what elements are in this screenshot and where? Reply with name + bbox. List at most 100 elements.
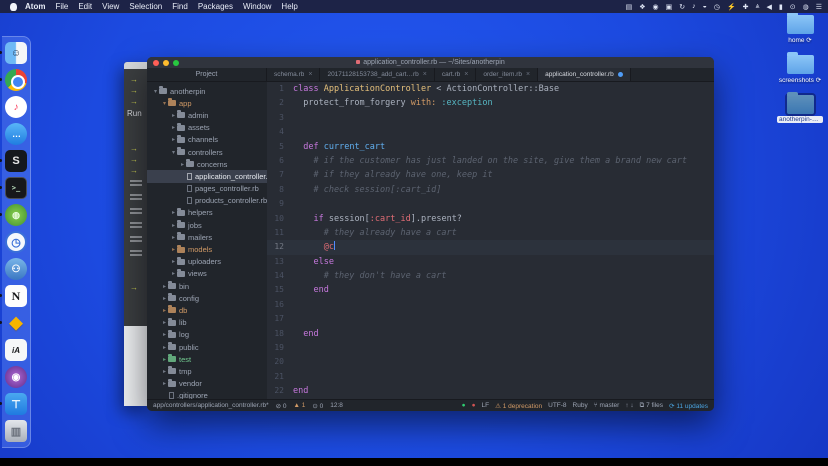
wifi-icon[interactable]: ⩓ [756,3,760,11]
desktop-folder-home[interactable]: home ⟳ [778,12,822,44]
tab-close-icon[interactable]: × [464,71,468,78]
disclosure-collapsed-icon[interactable]: ▸ [161,331,168,338]
tab-order-item-rb[interactable]: order_item.rb× [476,68,538,81]
run-arrow-icon[interactable]: → [124,165,149,176]
dock-item-slack[interactable]: S [5,150,27,172]
code-line-14[interactable]: 14 # they don't have a cart [267,269,714,283]
window-titlebar[interactable]: application_controller.rb — ~/Sites/anot… [147,57,714,68]
menu-item-window[interactable]: Window [243,2,271,11]
menu-item-help[interactable]: Help [281,2,297,11]
encoding[interactable]: UTF-8 [548,402,566,409]
disclosure-collapsed-icon[interactable]: ▸ [170,124,177,131]
disclosure-collapsed-icon[interactable]: ▸ [170,270,177,277]
dock-item-robo3t[interactable]: ◍ [5,204,27,226]
code-line-9[interactable]: 9 [267,197,714,211]
tree-item-controllers[interactable]: ▾controllers [147,146,267,158]
code-line-18[interactable]: 18 end [267,327,714,341]
run-arrow-icon[interactable]: → [124,96,149,107]
tab-20171128153738-add-cart-rb[interactable]: 20171128153738_add_cart…rb× [320,68,434,81]
linter-info[interactable]: ⊙ 0 [312,402,323,410]
menu-item-packages[interactable]: Packages [198,2,233,11]
tab-close-icon[interactable]: × [308,71,312,78]
disclosure-collapsed-icon[interactable]: ▸ [170,222,177,229]
tab-cart-rb[interactable]: cart.rb× [435,68,477,81]
tree-item-concerns[interactable]: ▸concerns [147,158,267,170]
grammar[interactable]: Ruby [573,402,588,409]
code-line-7[interactable]: 7 # if they already have one, keep it [267,168,714,182]
dock-item-finder[interactable]: ☺ [5,42,27,64]
dock-item-notion[interactable]: N [5,285,27,307]
tree-item-vendor[interactable]: ▸vendor [147,378,267,390]
disclosure-expanded-icon[interactable]: ▾ [170,149,177,156]
code-line-4[interactable]: 4 [267,125,714,139]
tab-schema-rb[interactable]: schema.rb× [267,68,320,81]
code-line-3[interactable]: 3 [267,111,714,125]
dock-item-tweetbot[interactable]: ⚇ [5,258,27,280]
tree-item-products-controller-rb[interactable]: products_controller.rb [147,195,267,207]
disclosure-collapsed-icon[interactable]: ▸ [161,344,168,351]
run-arrow-icon[interactable]: → [124,282,149,293]
notification-center-icon[interactable]: ☰ [816,3,822,11]
dock-item-screenflow[interactable]: ◉ [5,366,27,388]
tree-item-test[interactable]: ▸test [147,353,267,365]
tab-close-icon[interactable]: × [423,71,427,78]
disclosure-collapsed-icon[interactable]: ▸ [170,136,177,143]
desktop-folder-screenshots[interactable]: screenshots ⟳ [778,52,822,84]
dock-item-timing[interactable]: ◷ [5,231,27,253]
display-icon[interactable]: ▤ [626,3,633,11]
siri-icon[interactable]: ◍ [803,3,809,11]
disclosure-collapsed-icon[interactable]: ▸ [161,368,168,375]
timer-icon[interactable]: ◒ [703,3,707,10]
desktop-folder-anotherpin-gem-ico[interactable]: anotherpin-gem-ico [778,92,822,123]
disclosure-collapsed-icon[interactable]: ▸ [170,246,177,253]
disclosure-collapsed-icon[interactable]: ▸ [161,283,168,290]
disclosure-collapsed-icon[interactable]: ▸ [161,380,168,387]
dock-item-chrome[interactable] [5,69,27,91]
dock-item-keynote[interactable]: ⊤ [5,393,27,415]
tree-item-log[interactable]: ▸log [147,329,267,341]
tree-item-db[interactable]: ▸db [147,304,267,316]
code-line-12[interactable]: 12 @c [267,240,714,254]
dock-item-itunes[interactable]: ♪ [5,96,27,118]
dock-item-trash[interactable]: ▥ [5,420,27,442]
tree-item-public[interactable]: ▸public [147,341,267,353]
disclosure-collapsed-icon[interactable]: ▸ [170,209,177,216]
sync-icon[interactable]: ↻ [679,3,685,11]
tree-item-jobs[interactable]: ▸jobs [147,219,267,231]
disclosure-expanded-icon[interactable]: ▾ [152,88,159,95]
menu-item-find[interactable]: Find [172,2,188,11]
file-count[interactable]: ⧉ 7 files [640,402,663,410]
tree-item-config[interactable]: ▸config [147,292,267,304]
music-note-icon[interactable]: ♪ [692,3,696,10]
tab-close-icon[interactable]: × [526,71,530,78]
tab-application-controller-rb[interactable]: application_controller.rb [538,68,631,81]
app-grid-icon[interactable]: ▣ [666,3,673,11]
tab-project[interactable]: Project [147,68,267,81]
code-line-2[interactable]: 2 protect_from_forgery with: :exception [267,96,714,110]
tree-item-application-controller-rb[interactable]: application_controller.rb [147,170,267,182]
code-line-13[interactable]: 13 else [267,255,714,269]
tree-item-app[interactable]: ▾app [147,97,267,109]
menu-item-view[interactable]: View [102,2,119,11]
code-line-10[interactable]: 10 if session[:cart_id].present? [267,212,714,226]
menu-item-atom[interactable]: Atom [25,2,45,11]
dock-item-messages[interactable]: … [5,123,27,145]
run-arrow-icon[interactable]: → [124,74,149,85]
clock-icon[interactable]: ◷ [714,3,720,11]
run-arrow-icon[interactable]: → [124,85,149,96]
disclosure-collapsed-icon[interactable]: ▸ [170,112,177,119]
disclosure-expanded-icon[interactable]: ▾ [161,100,168,107]
volume-icon[interactable]: ◀ [766,3,771,11]
menu-item-selection[interactable]: Selection [129,2,162,11]
disclosure-collapsed-icon[interactable]: ▸ [179,161,186,168]
tree-item-models[interactable]: ▸models [147,243,267,255]
code-line-5[interactable]: 5 def current_cart [267,140,714,154]
menu-item-edit[interactable]: Edit [78,2,92,11]
apple-menu-icon[interactable] [10,3,17,11]
disclosure-collapsed-icon[interactable]: ▸ [170,234,177,241]
code-line-16[interactable]: 16 [267,298,714,312]
onepassword-icon[interactable]: ❖ [639,3,645,11]
line-ending[interactable]: LF [482,402,490,409]
code-line-15[interactable]: 15 end [267,283,714,297]
linter-errors[interactable]: ⊘ 0 [276,402,287,410]
